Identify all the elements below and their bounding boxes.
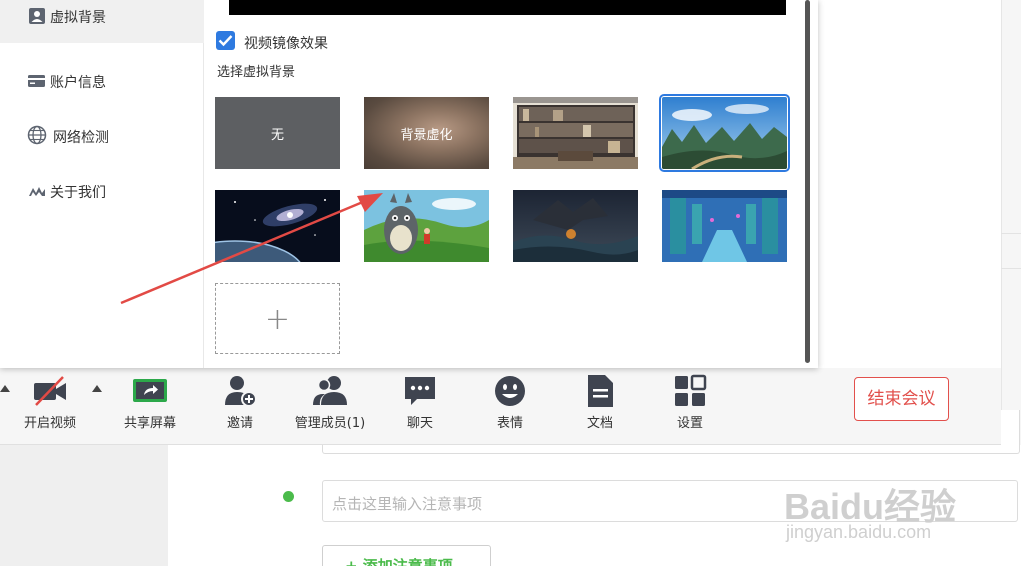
globe-icon [27,125,47,145]
toolbar-label: 设置 [676,416,703,431]
sidebar-item-virtual-background[interactable]: 虚拟背景 [0,0,204,43]
background-thumb-none[interactable]: 无 [215,97,340,169]
members-icon [313,376,347,405]
status-dot [283,491,294,502]
settings-icon [675,374,707,406]
sidebar-item-label: 虚拟背景 [50,10,106,26]
settings-sidebar: 虚拟背景 账户信息 网络检测 关于我们 [0,0,204,368]
toolbar-share-screen[interactable]: 共享屏幕 [100,368,200,438]
card-icon [28,75,45,87]
logo-icon [29,187,45,196]
toolbar-label: 邀请 [226,416,253,431]
sidebar-item-label: 关于我们 [50,185,106,201]
background-thumb-dragon[interactable] [513,190,638,262]
thumb-label: 背景虚化 [400,128,453,143]
check-icon [218,35,233,47]
toolbar-invite[interactable]: 邀请 [190,368,290,438]
background-thumb-landscape[interactable] [659,94,790,172]
user-card-icon [29,8,45,24]
totoro-image [364,190,489,262]
chat-icon [405,377,435,405]
invite-icon [225,376,257,407]
toolbar-label: 聊天 [406,416,433,431]
add-background-button[interactable]: + [215,283,340,354]
end-meeting-button[interactable]: 结束会议 [854,377,949,421]
galaxy-image [215,190,340,262]
background-right-strip [1001,0,1021,445]
panel-scrollbar[interactable] [805,0,810,363]
sidebar-item-account-info[interactable]: 账户信息 [0,60,204,100]
add-note-button[interactable]: + 添加注意事项 [322,545,491,566]
meeting-toolbar: 开启视频 共享屏幕 邀请 管理成员(1) 聊天 表情 文档 设置 结束会议 [0,368,1001,445]
toolbar-label: 表情 [496,416,523,431]
document-icon [588,375,613,407]
sidebar-item-label: 网络检测 [53,130,109,146]
choose-background-label: 选择虚拟背景 [217,65,296,80]
watermark-url: jingyan.baidu.com [786,522,932,542]
dragon-sea-image [513,190,638,262]
mirror-checkbox[interactable] [216,31,235,50]
sidebar-item-label: 账户信息 [50,75,106,91]
background-thumb-totoro[interactable] [364,190,489,262]
toolbar-settings[interactable]: 设置 [640,368,740,438]
toolbar-start-video[interactable]: 开启视频 [0,368,100,438]
toolbar-chat[interactable]: 聊天 [370,368,470,438]
divider [1001,233,1021,234]
video-off-icon [34,376,66,406]
plus-icon: + [264,302,291,337]
background-thumb-blur[interactable]: 背景虚化 [364,97,489,169]
video-preview [229,0,786,15]
toolbar-manage-members[interactable]: 管理成员(1) [280,368,380,438]
watermark: Baidu经验 jingyan.baidu.com [784,460,1021,550]
toolbar-emoji[interactable]: 表情 [460,368,560,438]
thumb-label: 无 [270,128,284,143]
emoji-icon [495,376,525,406]
toolbar-label: 文档 [586,416,613,431]
underwater-ruins-image [662,190,787,262]
karst-landscape-image [662,97,787,169]
sidebar-item-about-us[interactable]: 关于我们 [0,170,204,210]
sidebar-item-network-check[interactable]: 网络检测 [0,115,204,155]
virtual-background-panel: 视频镜像效果 选择虚拟背景 无 背景虚化 + [205,0,818,368]
toolbar-label: 开启视频 [23,416,76,431]
background-thumb-galaxy[interactable] [215,190,340,262]
add-note-label: + 添加注意事项 [345,557,453,566]
divider [1001,268,1021,269]
toolbar-document[interactable]: 文档 [550,368,650,438]
mirror-label: 视频镜像效果 [244,36,328,52]
background-thumb-underwater[interactable] [662,190,787,262]
bookshelf-image [513,97,638,169]
toolbar-label: 共享屏幕 [123,416,176,431]
note-input-placeholder: 点击这里输入注意事项 [332,495,483,513]
background-thumb-bookshelf[interactable] [513,97,638,169]
toolbar-label: 管理成员(1) [294,416,366,431]
settings-dialog: 虚拟背景 账户信息 网络检测 关于我们 视频镜像效果 选择虚拟背景 无 背景虚化… [0,0,818,368]
share-screen-icon [133,379,167,402]
